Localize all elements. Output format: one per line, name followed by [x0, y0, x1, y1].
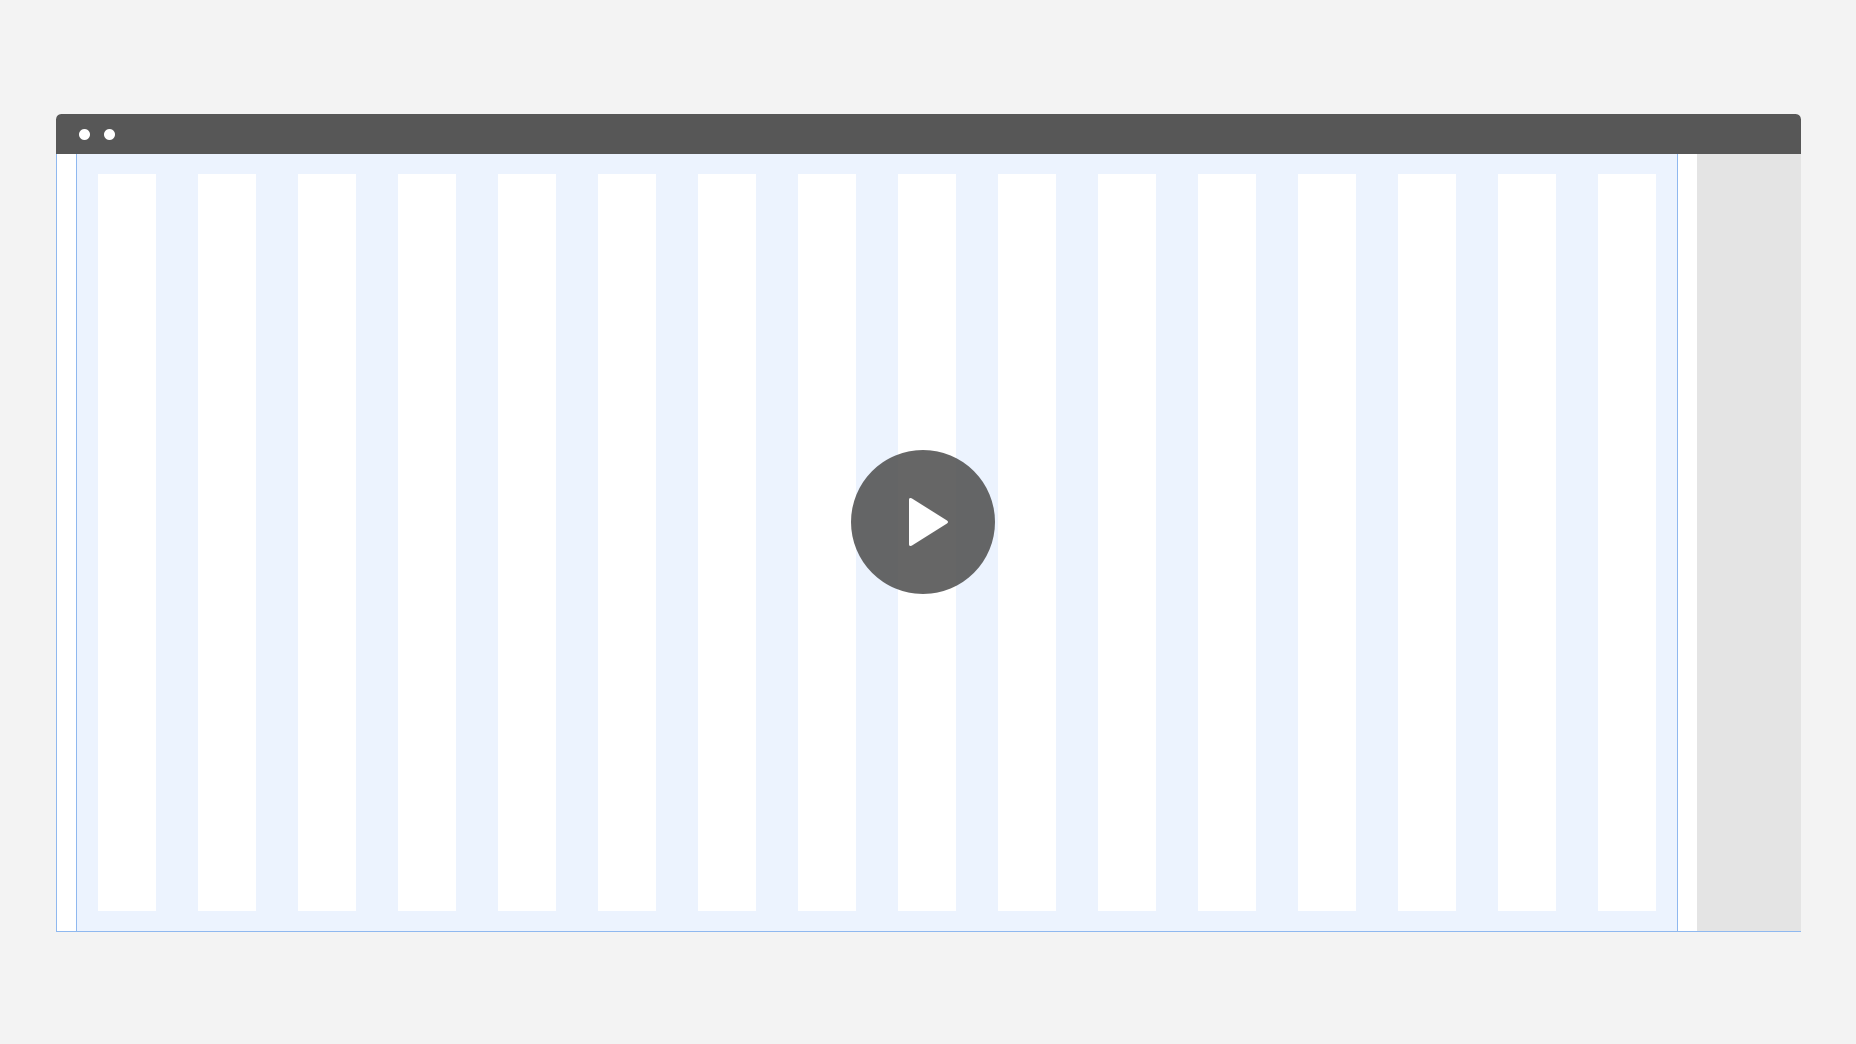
grid-column: [977, 154, 1078, 931]
grid-column-content: [1298, 174, 1356, 911]
right-margin-guide: [1677, 154, 1678, 931]
grid-column: [677, 154, 778, 931]
grid-column-content: [398, 174, 456, 911]
grid-column-content: [498, 174, 556, 911]
grid-column: [377, 154, 478, 931]
grid-column-content: [1398, 174, 1456, 911]
grid-column: [477, 154, 578, 931]
grid-column-content: [598, 174, 656, 911]
grid-column-content: [198, 174, 256, 911]
window-titlebar: [56, 114, 1801, 154]
grid-column-content: [98, 174, 156, 911]
grid-column: [177, 154, 278, 931]
grid-column: [1577, 154, 1678, 931]
grid-column: [1077, 154, 1178, 931]
grid-column: [77, 154, 178, 931]
grid-column-content: [1498, 174, 1556, 911]
grid-column: [1477, 154, 1578, 931]
grid-column-content: [998, 174, 1056, 911]
grid-column-content: [298, 174, 356, 911]
grid-column: [1277, 154, 1378, 931]
window-dot-icon[interactable]: [104, 129, 115, 140]
grid-column: [1377, 154, 1478, 931]
grid-column-content: [1598, 174, 1656, 911]
play-icon: [909, 498, 948, 546]
grid-column: [577, 154, 678, 931]
grid-column: [277, 154, 378, 931]
grid-column-content: [798, 174, 856, 911]
play-button[interactable]: [851, 450, 995, 594]
window-dot-icon[interactable]: [79, 129, 90, 140]
grid-column-content: [1098, 174, 1156, 911]
grid-column-content: [698, 174, 756, 911]
grid-column-content: [1198, 174, 1256, 911]
grid-column: [1177, 154, 1278, 931]
